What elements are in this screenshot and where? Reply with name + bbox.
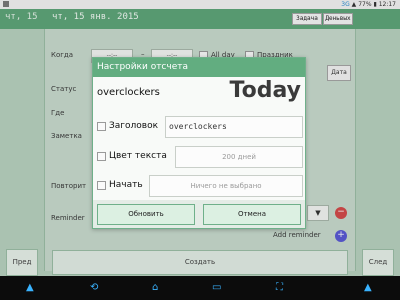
dialog-buttons: Обновить Отмена [93,200,305,228]
start-checkbox[interactable] [97,181,106,190]
text-color-field[interactable]: 200 дней [175,146,303,168]
update-button[interactable]: Обновить [97,204,195,225]
back-icon[interactable]: ⟲ [90,282,98,294]
dialog-title: Настройки отсчета [93,58,305,77]
home-icon[interactable]: ⌂ [152,282,158,294]
title-input[interactable]: overclockers [165,116,303,138]
start-row: Начать Ничего не выбрано [97,175,303,197]
start-field[interactable]: Ничего не выбрано [149,175,303,197]
screenshot-icon[interactable]: ⛶ [276,282,283,294]
text-color-checkbox[interactable] [97,152,106,161]
preview-today: Today [229,78,301,103]
navigation-bar: ▲ ⟲ ⌂ ▭ ⛶ ▲ [0,276,400,300]
text-color-label: Цвет текста [109,151,167,161]
preview-word: overclockers [97,87,160,98]
countdown-settings-dialog: Настройки отсчета overclockers Today Заг… [92,57,306,229]
arrow-up-icon[interactable]: ▲ [364,282,372,294]
arrow-up-icon[interactable]: ▲ [26,282,34,294]
cancel-button[interactable]: Отмена [203,204,301,225]
text-color-row: Цвет текста 200 дней [97,146,303,168]
recents-icon[interactable]: ▭ [212,282,221,294]
title-checkbox[interactable] [97,122,106,131]
title-row: Заголовок overclockers [97,116,303,138]
title-row-label: Заголовок [109,121,159,131]
start-label: Начать [109,180,143,190]
